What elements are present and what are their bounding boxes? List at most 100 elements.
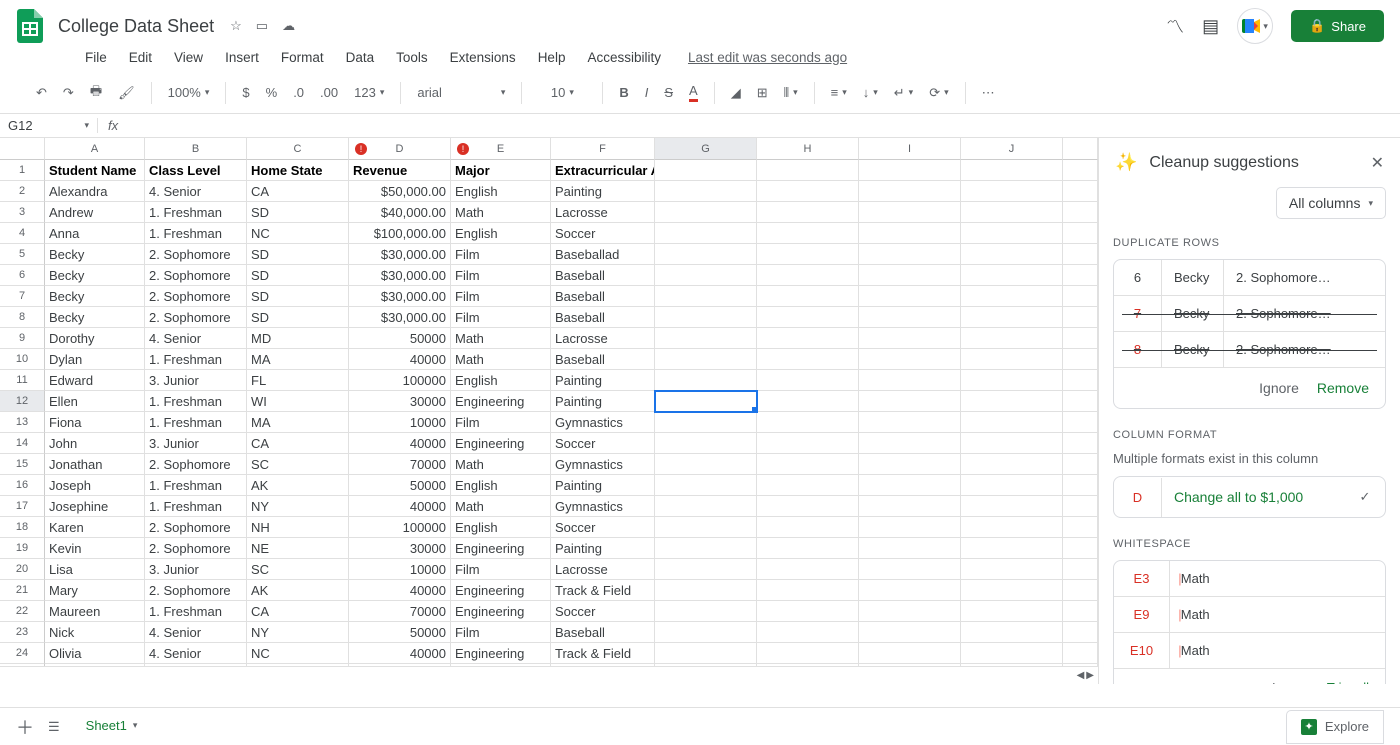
cell[interactable]: WI: [247, 391, 349, 412]
comments-icon[interactable]: ▤: [1202, 16, 1219, 37]
cell[interactable]: [757, 181, 859, 202]
cell[interactable]: [961, 496, 1063, 517]
cell[interactable]: [961, 244, 1063, 265]
cell[interactable]: Lacrosse: [551, 202, 655, 223]
cell[interactable]: Edward: [45, 370, 145, 391]
cell[interactable]: Major: [451, 160, 551, 181]
column-header-B[interactable]: B: [145, 138, 247, 160]
cell[interactable]: Engineering: [451, 601, 551, 622]
cell[interactable]: [655, 517, 757, 538]
close-icon[interactable]: ✕: [1371, 153, 1384, 173]
sheets-logo-icon[interactable]: [16, 8, 44, 44]
cell[interactable]: [655, 286, 757, 307]
cell[interactable]: [655, 412, 757, 433]
cell[interactable]: $30,000.00: [349, 286, 451, 307]
cell[interactable]: 3. Junior: [145, 433, 247, 454]
cell[interactable]: Math: [451, 202, 551, 223]
cell[interactable]: Soccer: [551, 517, 655, 538]
column-header-E[interactable]: E!: [451, 138, 551, 160]
cell[interactable]: 40000: [349, 349, 451, 370]
cell[interactable]: [859, 475, 961, 496]
cell[interactable]: [961, 580, 1063, 601]
column-header-A[interactable]: A: [45, 138, 145, 160]
cell[interactable]: $50,000.00: [349, 181, 451, 202]
horizontal-scrollbar[interactable]: ◀▶: [0, 666, 1098, 684]
cell[interactable]: 4. Senior: [145, 622, 247, 643]
meet-icon[interactable]: ▾: [1237, 8, 1273, 44]
cell[interactable]: Painting: [551, 391, 655, 412]
chevron-down-icon[interactable]: ⌄: [1130, 679, 1141, 684]
cell[interactable]: [655, 433, 757, 454]
cell[interactable]: Engineering: [451, 538, 551, 559]
cell[interactable]: [859, 265, 961, 286]
cell[interactable]: [859, 244, 961, 265]
cell[interactable]: [757, 412, 859, 433]
more-formats-dropdown[interactable]: 123▾: [354, 85, 384, 100]
cell[interactable]: Film: [451, 412, 551, 433]
row-header[interactable]: 17: [0, 496, 45, 517]
cell[interactable]: [757, 223, 859, 244]
cell[interactable]: [757, 349, 859, 370]
cell[interactable]: Film: [451, 244, 551, 265]
cell[interactable]: [757, 580, 859, 601]
row-header[interactable]: 5: [0, 244, 45, 265]
cell[interactable]: Lacrosse: [551, 559, 655, 580]
cell[interactable]: [859, 202, 961, 223]
menu-view[interactable]: View: [165, 46, 212, 69]
row-header[interactable]: 21: [0, 580, 45, 601]
cell[interactable]: [859, 181, 961, 202]
cell[interactable]: $40,000.00: [349, 202, 451, 223]
add-sheet-icon[interactable]: ＋: [16, 714, 34, 740]
cell[interactable]: Painting: [551, 538, 655, 559]
cell[interactable]: [655, 454, 757, 475]
cell[interactable]: Painting: [551, 370, 655, 391]
font-dropdown[interactable]: arial▾: [417, 85, 505, 100]
cell[interactable]: 30000: [349, 538, 451, 559]
cell[interactable]: [757, 622, 859, 643]
cell[interactable]: 2. Sophomore: [145, 580, 247, 601]
row-header[interactable]: 23: [0, 622, 45, 643]
cell[interactable]: Baseball: [551, 307, 655, 328]
cell[interactable]: [859, 622, 961, 643]
cell[interactable]: [757, 370, 859, 391]
cell[interactable]: 40000: [349, 643, 451, 664]
borders-icon[interactable]: ⊞: [757, 85, 768, 101]
cell[interactable]: Extracurricular Activity: [551, 160, 655, 181]
cell[interactable]: NC: [247, 223, 349, 244]
cell[interactable]: 4. Senior: [145, 328, 247, 349]
cell[interactable]: [859, 433, 961, 454]
cell[interactable]: Math: [451, 496, 551, 517]
cell[interactable]: [859, 328, 961, 349]
cell[interactable]: CA: [247, 181, 349, 202]
cell[interactable]: Becky: [45, 244, 145, 265]
ignore-whitespace-button[interactable]: Ignore: [1272, 680, 1309, 685]
cell[interactable]: 2. Sophomore: [145, 244, 247, 265]
cell[interactable]: Track & Field: [551, 580, 655, 601]
row-header[interactable]: 20: [0, 559, 45, 580]
cell[interactable]: [859, 538, 961, 559]
cell[interactable]: SC: [247, 559, 349, 580]
text-wrap-icon[interactable]: ↵▾: [894, 85, 913, 101]
cell[interactable]: Becky: [45, 265, 145, 286]
whitespace-row-item[interactable]: E9||Math: [1114, 597, 1385, 633]
cell[interactable]: Gymnastics: [551, 496, 655, 517]
cell[interactable]: Anna: [45, 223, 145, 244]
cell[interactable]: [859, 601, 961, 622]
row-header[interactable]: 14: [0, 433, 45, 454]
cell[interactable]: CA: [247, 601, 349, 622]
row-header[interactable]: 15: [0, 454, 45, 475]
cell[interactable]: Karen: [45, 517, 145, 538]
cell[interactable]: 1. Freshman: [145, 349, 247, 370]
font-size-dropdown[interactable]: 10▾: [538, 85, 586, 100]
cell[interactable]: [859, 412, 961, 433]
cell[interactable]: MA: [247, 349, 349, 370]
cell[interactable]: [655, 328, 757, 349]
cell[interactable]: 1. Freshman: [145, 412, 247, 433]
cell[interactable]: SD: [247, 307, 349, 328]
row-header[interactable]: 6: [0, 265, 45, 286]
cell[interactable]: AK: [247, 475, 349, 496]
cell[interactable]: [859, 391, 961, 412]
cell[interactable]: 3. Junior: [145, 370, 247, 391]
cell[interactable]: [757, 517, 859, 538]
cell[interactable]: Student Name: [45, 160, 145, 181]
